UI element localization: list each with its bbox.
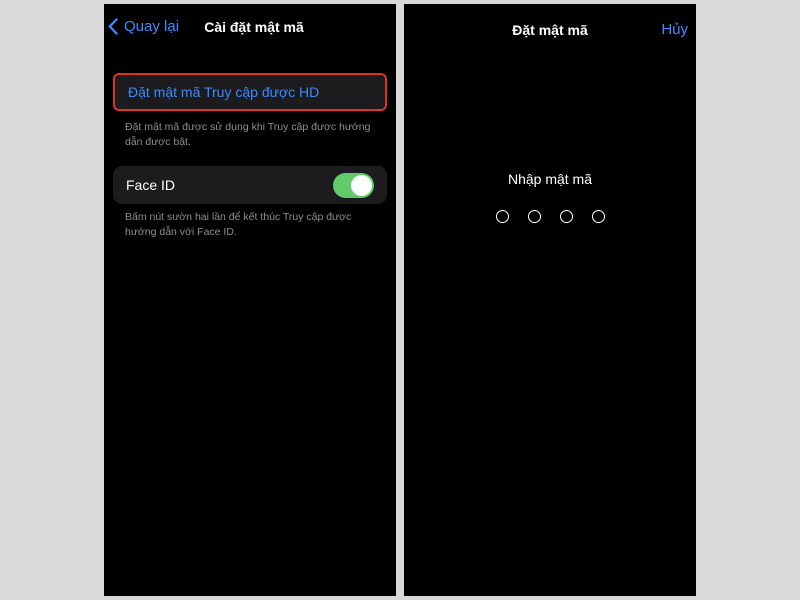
page-title: Đặt mật mã [512, 22, 588, 38]
page-title: Cài đặt mật mã [204, 19, 304, 35]
back-label: Quay lại [124, 18, 180, 35]
set-passcode-footnote: Đặt mật mã được sử dụng khi Truy cập đượ… [125, 121, 371, 148]
passcode-prompt: Nhập mật mã [507, 171, 593, 187]
face-id-toggle[interactable] [333, 172, 374, 198]
face-id-label: Face ID [126, 177, 176, 193]
set-passcode-label: Đặt mật mã Truy cập được HD [128, 84, 320, 100]
cancel-button[interactable]: Hủy [661, 21, 688, 38]
passcode-dots [404, 210, 696, 223]
face-id-row: Face ID [113, 166, 387, 204]
passcode-dot [527, 210, 541, 223]
passcode-settings-screen: Quay lại Cài đặt mật mã Đặt mật mã Truy … [104, 4, 396, 596]
passcode-dot [559, 210, 573, 223]
set-passcode-button[interactable]: Đặt mật mã Truy cập được HD [113, 73, 387, 111]
passcode-dot [495, 210, 509, 223]
chevron-left-icon [108, 18, 118, 35]
toggle-knob [351, 174, 372, 196]
face-id-footnote: Bấm nút sườn hai lần để kết thúc Truy cậ… [125, 211, 352, 238]
passcode-dot [591, 210, 605, 223]
back-button[interactable]: Quay lại [108, 18, 179, 35]
set-passcode-screen: Đặt mật mã Hủy Nhập mật mã [404, 4, 696, 596]
stage: Quay lại Cài đặt mật mã Đặt mật mã Truy … [0, 0, 800, 600]
